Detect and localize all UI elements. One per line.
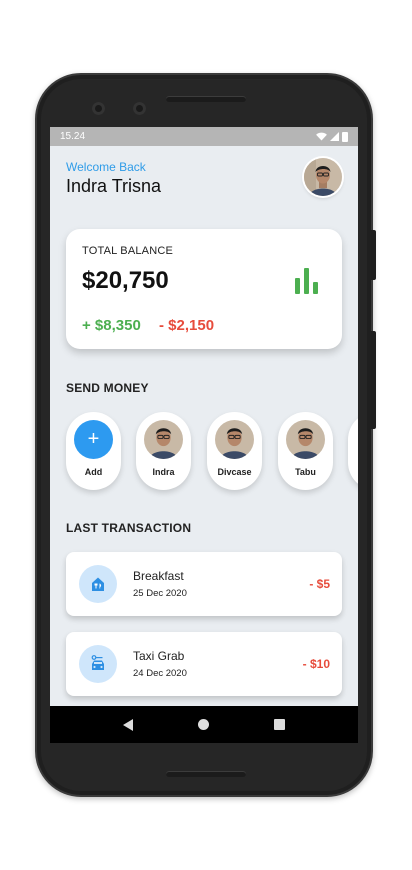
contact-name: Tabu bbox=[295, 467, 316, 477]
transaction-item[interactable]: Taxi Grab 24 Dec 2020 - $10 bbox=[66, 632, 342, 696]
transaction-date: 25 Dec 2020 bbox=[133, 588, 187, 599]
camera-icon bbox=[92, 102, 105, 115]
contact-name: Add bbox=[84, 467, 103, 477]
transaction-item[interactable]: Breakfast 25 Dec 2020 - $5 bbox=[66, 552, 342, 616]
transaction-date: 24 Dec 2020 bbox=[133, 668, 187, 679]
contact-add-button[interactable]: + Add bbox=[66, 412, 121, 490]
restaurant-icon bbox=[79, 565, 117, 603]
transaction-title: Taxi Grab bbox=[133, 649, 185, 663]
contact-name: Divcase bbox=[217, 467, 252, 477]
transaction-title: Breakfast bbox=[133, 569, 184, 583]
expense-amount: - $2,150 bbox=[159, 317, 215, 334]
contact-divcase[interactable]: Divcase bbox=[207, 412, 262, 490]
welcome-text: Welcome Back bbox=[66, 160, 146, 174]
battery-icon bbox=[342, 131, 348, 142]
profile-avatar[interactable] bbox=[304, 158, 342, 196]
app-screen: 15.24 Welcome Back Indra Trisna TOTAL BA… bbox=[50, 127, 358, 743]
back-icon[interactable] bbox=[122, 718, 133, 731]
transaction-amount: - $10 bbox=[302, 657, 330, 671]
avatar bbox=[286, 420, 325, 459]
top-speaker bbox=[166, 96, 246, 102]
contact-indra[interactable]: Indra bbox=[136, 412, 191, 490]
avatar bbox=[215, 420, 254, 459]
status-time: 15.24 bbox=[60, 131, 86, 142]
balance-card[interactable]: TOTAL BALANCE $20,750 + $8,350 - $2,150 bbox=[66, 229, 342, 349]
wifi-icon bbox=[316, 132, 327, 141]
send-money-title: SEND MONEY bbox=[66, 381, 149, 395]
home-icon[interactable] bbox=[197, 719, 209, 730]
volume-button bbox=[371, 331, 376, 429]
avatar bbox=[144, 420, 183, 459]
bottom-speaker bbox=[166, 771, 246, 777]
balance-amount: $20,750 bbox=[82, 267, 169, 294]
power-button bbox=[371, 230, 376, 280]
avatar-photo bbox=[304, 158, 342, 196]
income-amount: + $8,350 bbox=[82, 317, 141, 334]
taxi-icon bbox=[79, 645, 117, 683]
signal-icon bbox=[330, 132, 339, 141]
greeting: Welcome Back Indra Trisna bbox=[66, 160, 161, 197]
contacts-row: + Add Indra Divcase Tabu bbox=[66, 412, 358, 492]
balance-label: TOTAL BALANCE bbox=[82, 245, 174, 257]
contact-partial[interactable] bbox=[348, 412, 358, 490]
plus-icon: + bbox=[74, 420, 113, 459]
contact-name: Indra bbox=[152, 467, 175, 477]
recents-icon[interactable] bbox=[274, 719, 286, 730]
system-nav-bar bbox=[50, 706, 358, 743]
user-name: Indra Trisna bbox=[66, 176, 162, 196]
transaction-amount: - $5 bbox=[309, 577, 330, 591]
status-bar: 15.24 bbox=[50, 127, 358, 146]
contact-tabu[interactable]: Tabu bbox=[278, 412, 333, 490]
sensor-icon bbox=[133, 102, 146, 115]
last-transaction-title: LAST TRANSACTION bbox=[66, 521, 192, 535]
bar-chart-icon bbox=[295, 268, 318, 294]
